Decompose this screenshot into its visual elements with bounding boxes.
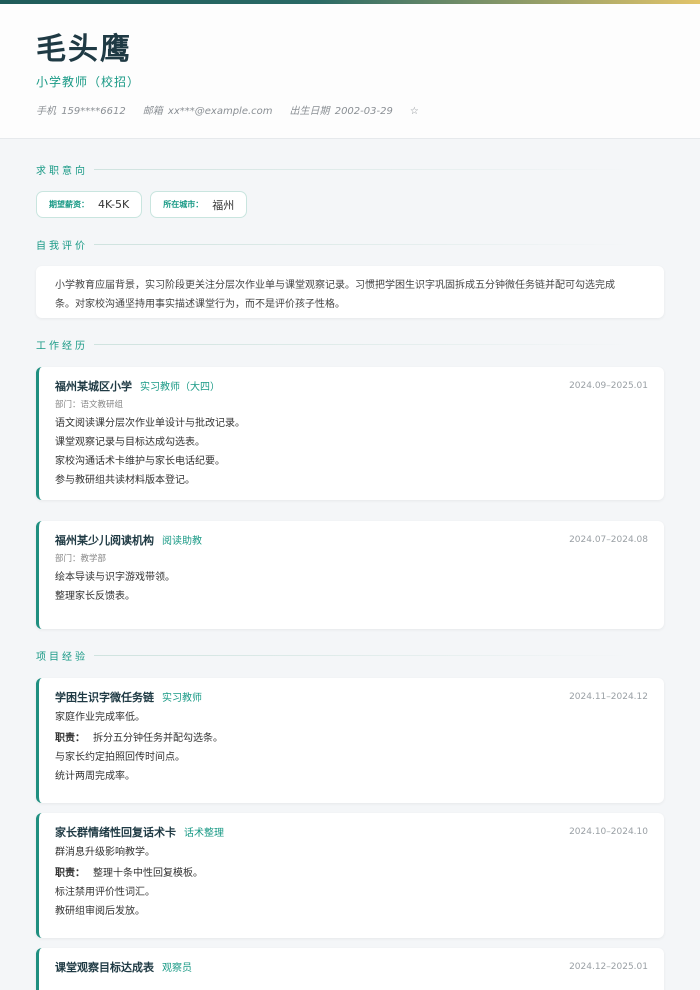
birth-info: 出生日期 2002-03-29 [290, 105, 393, 119]
duty-text: 拆分五分钟任务并配勾选条。 [93, 733, 223, 744]
project-name: 家长群情绪性回复话术卡 [55, 826, 176, 839]
star-icon: ☆ [409, 106, 419, 117]
project-role: 实习教师 [162, 693, 202, 704]
salary-chip: 期望薪资： 4K-5K [36, 191, 143, 218]
job-role: 实习教师（大四） [140, 382, 220, 393]
intent-chips: 期望薪资： 4K-5K 所在城市： 福州 [36, 191, 664, 218]
entry-heading: 课堂观察目标达成表 观察员 [55, 959, 648, 978]
section-header-projects: 项目经验 [36, 648, 664, 663]
project-duty: 职责： 整理十条中性回复模板。 [55, 864, 648, 883]
resume-body: 求职意向 期望薪资： 4K-5K 所在城市： 福州 自我评价 小学教育应届背景，… [0, 162, 700, 990]
city-label: 所在城市： [163, 200, 204, 209]
work-detail: 语文阅读课分层次作业单设计与批改记录。 [55, 418, 245, 429]
work-detail: 参与教研组共读材料版本登记。 [55, 475, 195, 486]
city-value: 福州 [212, 198, 235, 212]
date-range: 2024.07–2024.08 [569, 535, 648, 545]
email-value: xx***@example.com [167, 106, 273, 117]
project-background: 群消息升级影响教学。 [55, 847, 155, 858]
project-detail: 与家长约定拍照回传时间点。 [55, 752, 185, 763]
phone-value: 159****6612 [61, 106, 126, 117]
project-role: 观察员 [162, 963, 192, 974]
self-evaluation-card: 小学教育应届背景，实习阶段更关注分层次作业单与课堂观察记录。习惯把学困生识字巩固… [36, 266, 664, 318]
company-name: 福州某少儿阅读机构 [55, 534, 154, 547]
entry-heading: 福州某城区小学 实习教师（大四） [55, 378, 648, 397]
project-entry: 学困生识字微任务链 实习教师 2024.11–2024.12 家庭作业完成率低。… [36, 678, 664, 803]
project-entry: 家长群情绪性回复话术卡 话术整理 2024.10–2024.10 群消息升级影响… [36, 813, 664, 938]
city-chip: 所在城市： 福州 [150, 191, 248, 218]
department: 部门：语文教研组 [55, 400, 124, 410]
project-detail: 统计两周完成率。 [55, 771, 135, 782]
entry-heading: 福州某少儿阅读机构 阅读助教 [55, 532, 648, 551]
date-range: 2024.10–2024.10 [569, 827, 648, 837]
phone-info: 手机 159****6612 [36, 105, 126, 119]
resume-header: 毛头鹰 小学教师（校招） 手机 159****6612 邮箱 xx***@exa… [0, 4, 700, 139]
job-role: 阅读助教 [162, 536, 202, 547]
project-duty: 职责： 拆分五分钟任务并配勾选条。 [55, 729, 648, 748]
company-name: 福州某城区小学 [55, 380, 132, 393]
section-header-work: 工作经历 [36, 337, 664, 352]
salary-value: 4K-5K [98, 198, 130, 211]
section-divider [94, 168, 634, 170]
section-divider [94, 343, 634, 345]
work-entry: 福州某城区小学 实习教师（大四） 2024.09–2025.01 部门：语文教研… [36, 367, 664, 500]
email-info: 邮箱 xx***@example.com [143, 105, 273, 119]
date-range: 2024.09–2025.01 [569, 381, 648, 391]
department: 部门：教学部 [55, 554, 107, 564]
birth-label: 出生日期 [289, 106, 330, 117]
project-background: 家庭作业完成率低。 [55, 712, 145, 723]
date-range: 2024.12–2025.01 [569, 962, 648, 972]
work-detail: 家校沟通话术卡维护与家长电话纪要。 [55, 456, 225, 467]
section-title-intent: 求职意向 [36, 165, 88, 177]
project-name: 学困生识字微任务链 [55, 691, 154, 704]
project-detail: 标注禁用评价性词汇。 [55, 887, 155, 898]
work-entry: 福州某少儿阅读机构 阅读助教 2024.07–2024.08 部门：教学部 绘本… [36, 521, 664, 629]
project-name: 课堂观察目标达成表 [55, 961, 154, 974]
section-title-work: 工作经历 [36, 340, 88, 352]
project-detail: 教研组审阅后发放。 [55, 906, 145, 917]
phone-label: 手机 [36, 106, 56, 117]
section-divider [94, 654, 634, 656]
work-detail: 课堂观察记录与目标达成勾选表。 [55, 437, 205, 448]
section-title-projects: 项目经验 [36, 651, 88, 663]
duty-text: 整理十条中性回复模板。 [93, 868, 203, 879]
section-header-intent: 求职意向 [36, 162, 664, 177]
contact-row: 手机 159****6612 邮箱 xx***@example.com 出生日期… [36, 105, 664, 119]
section-divider [94, 243, 634, 245]
self-eval-line: 小学教育应届背景，实习阶段更关注分层次作业单与课堂观察记录。习惯把学困生识字巩固… [55, 280, 615, 291]
section-title-self: 自我评价 [36, 240, 88, 252]
project-role: 话术整理 [184, 828, 224, 839]
candidate-name: 毛头鹰 [36, 32, 132, 67]
email-label: 邮箱 [142, 106, 163, 117]
entry-heading: 家长群情绪性回复话术卡 话术整理 [55, 824, 648, 843]
self-eval-line: 条。对家校沟通坚持用事实描述课堂行为，而不是评价孩子性格。 [55, 299, 345, 310]
work-detail: 绘本导读与识字游戏带领。 [55, 572, 175, 583]
entry-heading: 学困生识字微任务链 实习教师 [55, 689, 648, 708]
birth-value: 2002-03-29 [334, 106, 393, 117]
project-entry: 课堂观察目标达成表 观察员 2024.12–2025.01 [36, 948, 664, 990]
work-detail: 整理家长反馈表。 [55, 591, 135, 602]
job-title: 小学教师（校招） [36, 75, 141, 89]
duty-label: 职责： [55, 733, 85, 744]
duty-label: 职责： [55, 868, 85, 879]
section-header-self: 自我评价 [36, 237, 664, 252]
salary-label: 期望薪资： [49, 200, 89, 209]
date-range: 2024.11–2024.12 [569, 692, 648, 702]
